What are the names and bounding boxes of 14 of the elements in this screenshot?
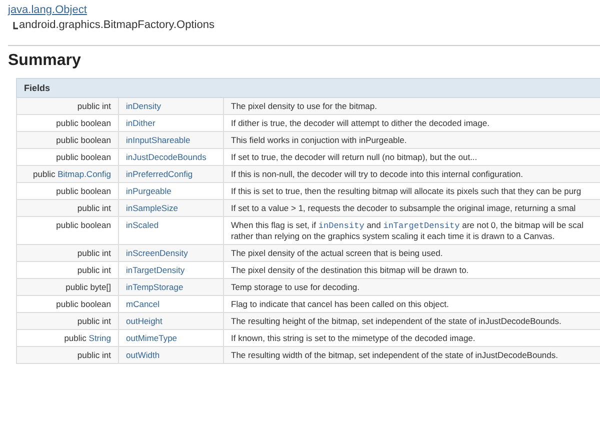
- field-name-link[interactable]: outWidth: [126, 350, 160, 360]
- code-link[interactable]: inTargetDensity: [383, 221, 460, 231]
- field-type: public int: [16, 346, 118, 364]
- field-name-link[interactable]: inScaled: [126, 220, 159, 230]
- field-name-link[interactable]: inDither: [126, 118, 156, 128]
- type-link[interactable]: Bitmap.Config: [58, 169, 111, 179]
- code-link[interactable]: inDensity: [318, 221, 364, 231]
- section-heading: Summary: [8, 52, 82, 70]
- parent-class-link[interactable]: java.lang.Object: [8, 4, 87, 16]
- class-name: android.graphics.BitmapFactory.Options: [19, 18, 214, 33]
- field-name-link[interactable]: mCancel: [126, 299, 160, 309]
- type-link[interactable]: String: [88, 333, 111, 343]
- field-name-link[interactable]: inDensity: [126, 101, 161, 111]
- table-header: Fields: [16, 78, 600, 98]
